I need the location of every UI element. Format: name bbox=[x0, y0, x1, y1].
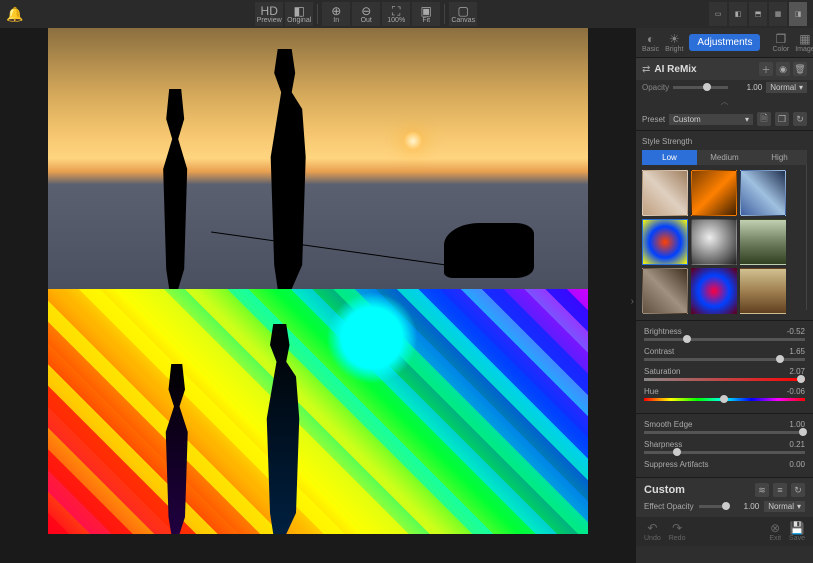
contrast-label: Contrast bbox=[644, 347, 674, 356]
delete-effect-button[interactable]: 🗑 bbox=[793, 62, 807, 76]
custom-menu-icon[interactable]: ≡ bbox=[773, 483, 787, 497]
custom-title: Custom bbox=[644, 484, 685, 496]
effect-opacity-label: Effect Opacity bbox=[644, 502, 694, 511]
custom-reset-icon[interactable]: ↻ bbox=[791, 483, 805, 497]
style-strength-label: Style Strength bbox=[642, 137, 807, 146]
style-thumb-4[interactable] bbox=[642, 219, 688, 265]
opacity-value: 1.00 bbox=[732, 83, 762, 92]
collapse-icon[interactable]: ︿ bbox=[636, 95, 813, 108]
layout-split-h-button[interactable]: ◧ bbox=[729, 2, 747, 26]
tab-image[interactable]: ▦Image bbox=[795, 32, 813, 53]
suppress-label: Suppress Artifacts bbox=[644, 460, 708, 469]
brightness-value: -0.52 bbox=[787, 327, 805, 336]
effect-title: AI ReMix bbox=[654, 64, 696, 75]
style-thumb-1[interactable] bbox=[642, 170, 688, 216]
zoom-100-button[interactable]: ⛶100% bbox=[382, 2, 410, 26]
hue-value: -0.06 bbox=[787, 387, 805, 396]
style-thumb-6[interactable] bbox=[740, 219, 786, 265]
notifications-icon[interactable]: 🔔 bbox=[6, 6, 23, 23]
custom-settings-icon[interactable]: ≋ bbox=[755, 483, 769, 497]
image-viewport[interactable]: › bbox=[0, 28, 636, 563]
opacity-label: Opacity bbox=[642, 83, 669, 92]
tab-basic[interactable]: ◐Basic bbox=[642, 32, 659, 53]
style-thumb-3[interactable] bbox=[740, 170, 786, 216]
sidebar: ◐Basic ☀Bright Adjustments ❐Color ▦Image… bbox=[636, 28, 813, 563]
tab-bright[interactable]: ☀Bright bbox=[665, 32, 683, 53]
saturation-label: Saturation bbox=[644, 367, 680, 376]
expand-handle-icon[interactable]: › bbox=[631, 296, 634, 307]
style-thumb-5[interactable] bbox=[691, 219, 737, 265]
strength-high-tab[interactable]: High bbox=[752, 150, 807, 165]
hue-label: Hue bbox=[644, 387, 659, 396]
thumbs-scrollbar[interactable] bbox=[806, 165, 807, 310]
brightness-slider[interactable] bbox=[644, 338, 805, 341]
original-image bbox=[48, 28, 588, 289]
sharpness-slider[interactable] bbox=[644, 451, 805, 454]
brightness-label: Brightness bbox=[644, 327, 682, 336]
save-button[interactable]: 💾Save bbox=[789, 521, 805, 542]
sharpness-value: 0.21 bbox=[789, 440, 805, 449]
canvas-button[interactable]: ▢Canvas bbox=[449, 2, 477, 26]
preset-save-button[interactable]: 🗎 bbox=[757, 112, 771, 126]
layout-quad-button[interactable]: ▦ bbox=[769, 2, 787, 26]
hue-slider[interactable] bbox=[644, 398, 805, 401]
effect-opacity-value: 1.00 bbox=[729, 502, 759, 511]
layout-dual-button[interactable]: ◨ bbox=[789, 2, 807, 26]
blend-mode-select[interactable]: Normal▾ bbox=[766, 82, 807, 93]
layout-single-button[interactable]: ▭ bbox=[709, 2, 727, 26]
effect-blend-select[interactable]: Normal▾ bbox=[764, 501, 805, 512]
contrast-value: 1.65 bbox=[789, 347, 805, 356]
undo-button[interactable]: ↶Undo bbox=[644, 521, 661, 542]
exit-button[interactable]: ⊗Exit bbox=[769, 521, 781, 542]
fit-button[interactable]: ▣Fit bbox=[412, 2, 440, 26]
zoom-out-button[interactable]: ⊖Out bbox=[352, 2, 380, 26]
contrast-slider[interactable] bbox=[644, 358, 805, 361]
opacity-slider[interactable] bbox=[673, 86, 728, 89]
strength-low-tab[interactable]: Low bbox=[642, 150, 697, 165]
preset-select[interactable]: Custom▾ bbox=[669, 114, 753, 125]
style-thumb-9[interactable] bbox=[740, 268, 786, 314]
saturation-slider[interactable] bbox=[644, 378, 805, 381]
remix-image bbox=[48, 289, 588, 534]
effect-opacity-slider[interactable] bbox=[699, 505, 725, 508]
zoom-in-button[interactable]: ⊕In bbox=[322, 2, 350, 26]
layout-split-v-button[interactable]: ⬒ bbox=[749, 2, 767, 26]
style-thumb-2[interactable] bbox=[691, 170, 737, 216]
preset-label: Preset bbox=[642, 115, 665, 124]
preview-button[interactable]: HDPreview bbox=[255, 2, 283, 26]
original-button[interactable]: ◧Original bbox=[285, 2, 313, 26]
preset-copy-button[interactable]: ❐ bbox=[775, 112, 789, 126]
style-thumb-7[interactable] bbox=[642, 268, 688, 314]
suppress-value: 0.00 bbox=[789, 460, 805, 469]
smooth-edge-slider[interactable] bbox=[644, 431, 805, 434]
effect-icon: ⇄ bbox=[642, 64, 650, 75]
add-effect-button[interactable]: ＋ bbox=[759, 62, 773, 76]
strength-medium-tab[interactable]: Medium bbox=[697, 150, 752, 165]
toggle-visibility-button[interactable]: ◉ bbox=[776, 62, 790, 76]
smooth-edge-label: Smooth Edge bbox=[644, 420, 692, 429]
style-thumb-8[interactable] bbox=[691, 268, 737, 314]
tab-adjustments[interactable]: Adjustments bbox=[689, 34, 760, 51]
preset-reset-button[interactable]: ↻ bbox=[793, 112, 807, 126]
tab-color[interactable]: ❐Color bbox=[772, 32, 789, 53]
redo-button[interactable]: ↷Redo bbox=[669, 521, 686, 542]
